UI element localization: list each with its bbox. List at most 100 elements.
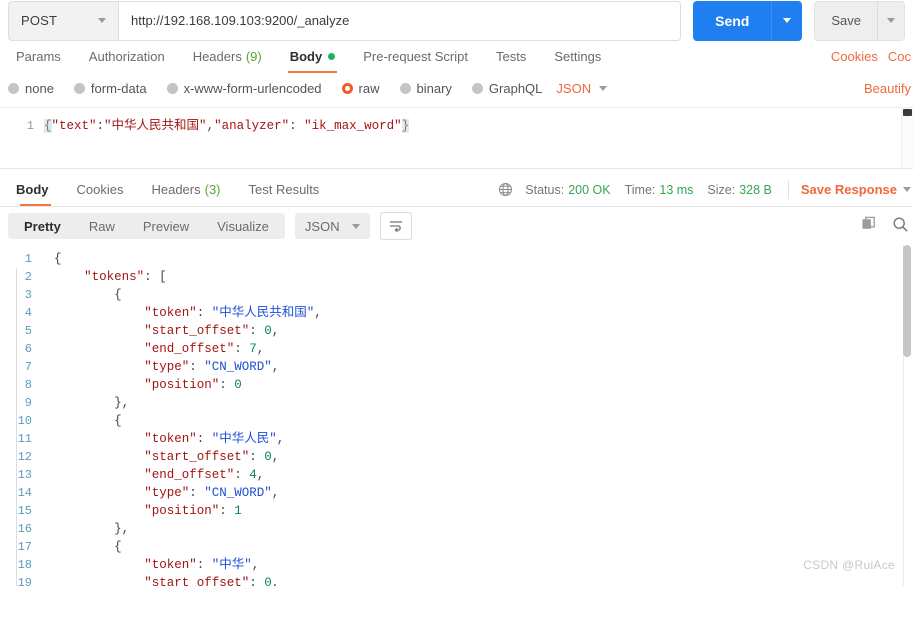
code-token: : (234, 468, 250, 482)
status-label: Status: (525, 182, 565, 197)
response-code-text: "end_offset": 7, (15, 340, 264, 358)
indent-guide (15, 484, 17, 502)
view-mode-visualize[interactable]: Visualize (203, 213, 283, 239)
line-number: 1 (24, 252, 32, 266)
code-token: : (219, 378, 235, 392)
view-mode-raw[interactable]: Raw (75, 213, 129, 239)
code-token: , (314, 306, 322, 320)
indent-guide (15, 448, 17, 466)
scrollbar-thumb[interactable] (903, 245, 911, 357)
response-toolbar: Pretty Raw Preview Visualize JSON (0, 207, 913, 245)
response-code-line: 11 "token": "中华人民", (0, 430, 913, 448)
body-type-raw[interactable]: raw (341, 81, 380, 96)
code-token: "end_offset" (144, 342, 235, 356)
view-mode-preview[interactable]: Preview (129, 213, 203, 239)
chevron-down-icon[interactable] (903, 187, 911, 192)
cookies-link[interactable]: Cookies (831, 49, 878, 64)
send-button[interactable]: Send (693, 0, 772, 41)
wrap-lines-button[interactable] (379, 212, 412, 240)
body-type-binary[interactable]: binary (399, 81, 452, 96)
watermark: CSDN @RuiAce (803, 558, 895, 572)
postman-window: POST http://192.168.109.103:9200/_analyz… (0, 0, 913, 626)
code-value-text: "中华人民共和国" (104, 119, 207, 133)
request-body-editor[interactable]: 1 {"text":"中华人民共和国","analyzer": "ik_max_… (0, 107, 913, 169)
body-type-graphql[interactable]: GraphQL (471, 80, 543, 96)
http-method-select[interactable]: POST (8, 0, 118, 41)
code-link[interactable]: Coc (888, 49, 911, 64)
code-token: : (189, 360, 205, 374)
wrap-lines-icon (389, 221, 402, 233)
response-code-text: "token": "中华人民共和国", (15, 304, 322, 322)
scrollbar-thumb[interactable] (903, 109, 912, 116)
body-type-label: form-data (90, 80, 147, 96)
search-icon[interactable] (892, 216, 909, 236)
line-number: 8 (24, 378, 32, 392)
indent-guide (15, 556, 17, 574)
code-token: , (271, 360, 280, 374)
indent-guide (15, 286, 17, 304)
request-editor-scrollbar[interactable] (901, 108, 913, 168)
globe-icon[interactable] (498, 182, 513, 197)
body-format-select[interactable]: JSON (556, 81, 608, 96)
view-mode-pretty[interactable]: Pretty (10, 213, 75, 239)
line-number: 5 (24, 324, 32, 338)
code-token: , (271, 486, 280, 500)
tab-label: Body (289, 49, 323, 64)
body-type-form-data[interactable]: form-data (73, 80, 147, 96)
code-token: "中华" (211, 558, 252, 572)
response-code-line: 9}, (0, 394, 913, 412)
response-tab-headers[interactable]: Headers (3) (137, 173, 234, 206)
code-colon: : (96, 119, 105, 133)
indent-guide (15, 412, 17, 430)
tab-label: Headers (151, 182, 201, 197)
tab-tests[interactable]: Tests (482, 40, 540, 73)
response-tab-body[interactable]: Body (8, 173, 63, 206)
response-code-line: 7 "type": "CN_WORD", (0, 358, 913, 376)
beautify-link[interactable]: Beautify (864, 81, 911, 96)
code-token: : (189, 486, 205, 500)
tab-authorization[interactable]: Authorization (75, 40, 179, 73)
headers-count: (9) (245, 49, 262, 64)
copy-icon[interactable] (861, 216, 878, 236)
response-body-viewer[interactable]: 1{2 "tokens": [3{4 "token": "中华人民共和国", 5 "st… (0, 245, 913, 586)
save-response-button[interactable]: Save Response (801, 182, 897, 197)
response-scrollbar[interactable] (903, 245, 911, 586)
code-token: 0 (264, 324, 272, 338)
code-key-text: "text" (51, 119, 97, 133)
code-token: "position" (144, 378, 220, 392)
response-code-text: "start_offset": 0, (15, 448, 279, 466)
code-open-brace: { (44, 119, 52, 133)
line-number: 18 (17, 558, 32, 572)
response-format-select[interactable]: JSON (294, 213, 370, 239)
code-token: : (249, 324, 265, 338)
code-token: 0 (234, 378, 242, 392)
line-number: 4 (24, 306, 32, 320)
code-token: , (276, 432, 285, 446)
body-type-label: GraphQL (488, 80, 543, 96)
response-code-line: 5 "start_offset": 0, (0, 322, 913, 340)
save-button[interactable]: Save (815, 1, 877, 40)
save-options-button[interactable] (877, 1, 904, 40)
response-code-line: 12 "start_offset": 0, (0, 448, 913, 466)
tab-settings[interactable]: Settings (540, 40, 615, 73)
body-type-none[interactable]: none (8, 81, 54, 96)
tab-body[interactable]: Body (276, 40, 350, 73)
tab-headers[interactable]: Headers (9) (179, 40, 276, 73)
response-tab-test-results[interactable]: Test Results (235, 173, 334, 206)
response-code-line: 16}, (0, 520, 913, 538)
radio-icon (8, 82, 19, 94)
line-number: 9 (24, 396, 32, 410)
line-number: 10 (17, 414, 32, 428)
body-type-urlencoded[interactable]: x-www-form-urlencoded (166, 81, 322, 96)
request-url-input[interactable]: http://192.168.109.103:9200/_analyze (118, 0, 682, 41)
http-method-label: POST (21, 13, 58, 28)
indent-guide (15, 520, 17, 538)
send-options-button[interactable] (771, 0, 803, 41)
code-colon: : (289, 119, 305, 133)
code-token: : (196, 306, 212, 320)
tab-pre-request-script[interactable]: Pre-request Script (349, 40, 482, 73)
tab-params[interactable]: Params (8, 40, 75, 73)
tab-label: Headers (192, 49, 242, 64)
response-tab-cookies[interactable]: Cookies (63, 173, 138, 206)
code-close-brace: } (401, 119, 410, 133)
